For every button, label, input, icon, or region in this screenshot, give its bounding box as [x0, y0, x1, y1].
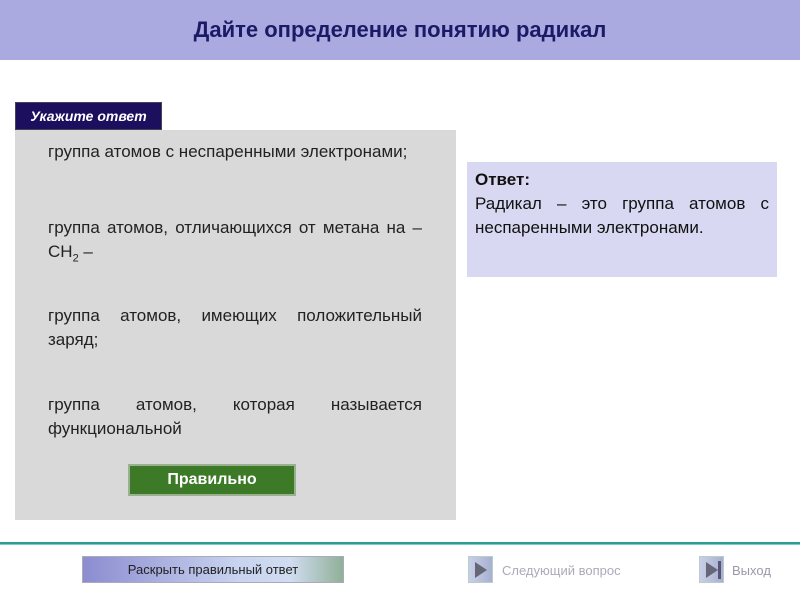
prompt-label: Укажите ответ	[15, 102, 162, 130]
answer-text: Радикал – это группа атомов с неспаренны…	[475, 194, 769, 237]
exit-button[interactable]	[699, 556, 724, 583]
page-title: Дайте определение понятию радикал	[193, 17, 607, 42]
answer-box: Ответ: Радикал – это группа атомов с нес…	[467, 162, 777, 277]
footer-divider	[0, 542, 800, 545]
option-2[interactable]: группа атомов, отличающихся от метана на…	[48, 216, 422, 270]
exit-label[interactable]: Выход	[732, 563, 771, 578]
option-3[interactable]: группа атомов, имеющих положительный зар…	[48, 304, 422, 352]
skip-end-bar	[718, 561, 721, 579]
next-question-button[interactable]	[468, 556, 493, 583]
correct-button[interactable]: Правильно	[128, 464, 296, 496]
option-2-text: группа атомов, отличающихся от метана на…	[48, 218, 422, 261]
answer-heading: Ответ:	[475, 170, 530, 189]
option-1[interactable]: группа атомов с неспаренными электронами…	[48, 140, 422, 164]
options-panel: группа атомов с неспаренными электронами…	[15, 130, 456, 520]
skip-end-icon	[706, 562, 718, 578]
play-icon	[475, 562, 487, 578]
next-question-label[interactable]: Следующий вопрос	[502, 563, 621, 578]
option-2-tail: –	[78, 242, 93, 261]
header-bar: Дайте определение понятию радикал	[0, 0, 800, 60]
reveal-answer-button[interactable]: Раскрыть правильный ответ	[82, 556, 344, 583]
option-4[interactable]: группа атомов, которая называется функци…	[48, 393, 422, 441]
